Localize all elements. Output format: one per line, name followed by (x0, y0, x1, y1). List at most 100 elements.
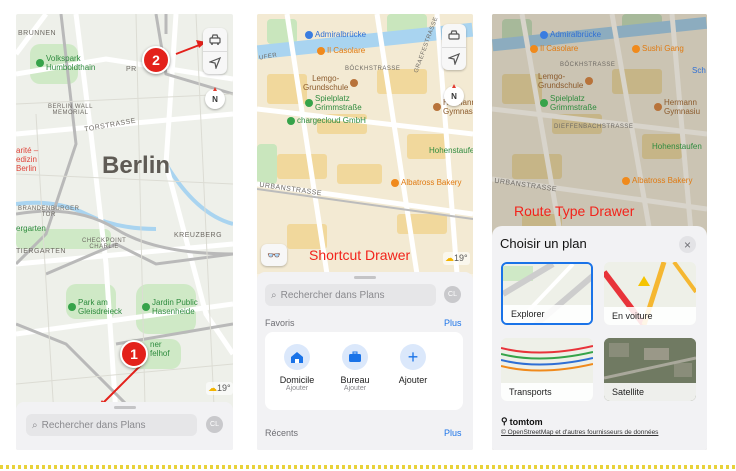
close-button[interactable]: × (679, 236, 696, 253)
compass-label: N (212, 94, 218, 104)
drive-mode-button[interactable] (203, 28, 227, 51)
map-label-dieffenbachstrasse: DIEFFENBACHSTRASSE (554, 124, 634, 130)
location-arrow-icon (448, 53, 460, 65)
poi-albatross-bakery[interactable]: Albatross Bakery (391, 178, 461, 187)
search-input[interactable]: ⌕ Rechercher dans Plans (26, 414, 197, 436)
locate-me-button[interactable] (203, 51, 227, 74)
map-label-berlin-wall: BERLIN WALL MEMORIAL (48, 104, 93, 116)
bottom-dashed-border (0, 465, 736, 469)
poi-il-casolare[interactable]: Il Casolare (317, 46, 365, 55)
sheet-grabber[interactable] (114, 406, 136, 409)
sun-icon: ☁ (208, 383, 217, 393)
poi-label: Lemgo- Grundschule (303, 74, 349, 92)
map-type-satellite[interactable]: Satellite (604, 338, 696, 401)
drawer-title: Choisir un plan (500, 236, 587, 251)
provider-name: tomtom (509, 416, 543, 427)
restaurant-icon (317, 46, 325, 55)
car-icon (448, 29, 460, 40)
poi-label: Jardin Public Hasenheide (152, 298, 198, 316)
poi-spielplatz[interactable]: Spielplatz Grimmstraße (540, 94, 597, 112)
poi-admiralbruecke[interactable]: Admiralbrücke (305, 30, 366, 39)
recents-heading: Récents (265, 428, 299, 438)
favorite-home[interactable]: Domicile Ajouter (277, 344, 317, 392)
map-label-charite: arité – edizin Berlin (16, 146, 39, 173)
bottom-sheet[interactable]: ⌕ Rechercher dans Plans CL (16, 402, 233, 450)
map-panel-overview: BRUNNEN PR Volkspark Humboldthain BERLIN… (16, 14, 233, 450)
favorites-more-link[interactable]: Plus (444, 318, 462, 328)
bakery-icon (391, 178, 399, 187)
poi-label: chargecloud GmbH (297, 116, 366, 125)
poi-label: Lemgo- Grundschule (538, 72, 584, 90)
map-label-brandenburger: BRANDENBURGER TOR (18, 206, 80, 218)
park-icon (68, 303, 76, 311)
poi-albatross-bakery[interactable]: Albatross Bakery (622, 176, 692, 185)
weather-badge: ☁19° (443, 252, 470, 265)
poi-jardin-hasenheide[interactable]: Jardin Public Hasenheide (142, 298, 198, 316)
map-label-bockhstrasse: BÖCKHSTRASSE (560, 62, 616, 68)
map-label-checkpoint: CHECKPOINT CHARLIE (82, 238, 127, 250)
map-controls (203, 28, 227, 74)
playground-icon (540, 99, 548, 107)
search-input[interactable]: ⌕ Rechercher dans Plans (265, 284, 436, 306)
map-label-sch: Sch (692, 66, 706, 75)
poi-label: Il Casolare (540, 44, 579, 53)
map-type-transit[interactable]: Transports (501, 338, 593, 401)
map-label-ergarten: ergarten (16, 224, 46, 233)
bakery-icon (622, 176, 630, 185)
favorite-add[interactable]: + Ajouter (393, 344, 433, 385)
map-type-explorer[interactable]: Explorer (501, 262, 593, 325)
compass-button[interactable]: N (444, 84, 464, 106)
map-label-hohenstaufen: Hohenstaufen (429, 146, 473, 155)
school-icon (585, 77, 594, 85)
poi-sushi-gang[interactable]: Sushi Gang (632, 44, 684, 53)
step-badge-2: 2 (142, 46, 170, 74)
drive-mode-button[interactable] (442, 24, 466, 47)
poi-il-casolare[interactable]: Il Casolare (530, 44, 578, 53)
poi-park-gleisdreieck[interactable]: Park am Gleisdreieck (68, 298, 122, 316)
poi-label: Hermann Gymnasiu (664, 98, 701, 116)
park-icon (36, 59, 44, 67)
favorite-work[interactable]: Bureau Ajouter (335, 344, 375, 392)
poi-label: Spielplatz Grimmstraße (550, 94, 597, 112)
annotation-route-type-drawer: Route Type Drawer (514, 203, 635, 219)
poi-label: Il Casolare (327, 46, 366, 55)
weather-badge: ☁19° (206, 382, 233, 395)
binoculars-button[interactable]: 👓 (261, 244, 287, 266)
briefcase-icon (342, 344, 368, 370)
favorites-card: Domicile Ajouter Bureau Ajouter + Ajoute… (265, 332, 463, 410)
favorite-work-label: Bureau (340, 375, 370, 385)
favorite-work-sub: Ajouter (343, 385, 367, 392)
map-type-drawer[interactable]: Choisir un plan × Explorer En voiture Tr… (492, 226, 707, 450)
map-type-transit-label: Transports (501, 383, 593, 401)
poi-label: Albatross Bakery (401, 178, 462, 187)
favorite-home-label: Domicile (279, 375, 315, 385)
poi-volkspark[interactable]: Volkspark Humboldthain (36, 54, 106, 72)
poi-chargecloud[interactable]: chargecloud GmbH (287, 116, 366, 125)
map-canvas[interactable]: BRUNNEN PR Volkspark Humboldthain BERLIN… (16, 14, 233, 450)
avatar[interactable]: CL (444, 286, 461, 303)
recents-more-link[interactable]: Plus (444, 428, 462, 438)
shortcut-drawer[interactable]: ⌕ Rechercher dans Plans CL Favoris Plus D… (257, 272, 473, 450)
provider-logo: ⚲ tomtom (501, 416, 543, 427)
home-icon (284, 344, 310, 370)
map-controls (442, 24, 466, 70)
map-type-driving[interactable]: En voiture (604, 262, 696, 325)
map-label-city: Berlin (102, 152, 171, 179)
compass-label: N (451, 91, 457, 101)
map-label-kreuzberg: KREUZBERG (174, 232, 223, 239)
sun-icon: ☁ (445, 253, 454, 263)
close-icon: × (683, 237, 691, 252)
poi-label: Admiralbrücke (550, 30, 602, 39)
poi-lemgo-grundschule[interactable]: Lemgo- Grundschule (538, 72, 594, 90)
compass-button[interactable]: N (205, 87, 225, 109)
poi-spielplatz[interactable]: Spielplatz Grimmstraße (305, 94, 362, 112)
poi-label: Albatross Bakery (632, 176, 693, 185)
sheet-grabber[interactable] (354, 276, 376, 279)
locate-me-button[interactable] (442, 47, 466, 70)
avatar[interactable]: CL (206, 416, 223, 433)
poi-lemgo-grundschule[interactable]: Lemgo- Grundschule (303, 74, 359, 92)
map-label-tempelhof: ner felhof (150, 340, 170, 358)
poi-hermann-gymnasium[interactable]: Hermann Gymnasiu (654, 98, 700, 116)
attribution-link[interactable]: © OpenStreetMap et d'autres fournisseurs… (501, 429, 658, 436)
poi-admiralbruecke[interactable]: Admiralbrücke (540, 30, 601, 39)
